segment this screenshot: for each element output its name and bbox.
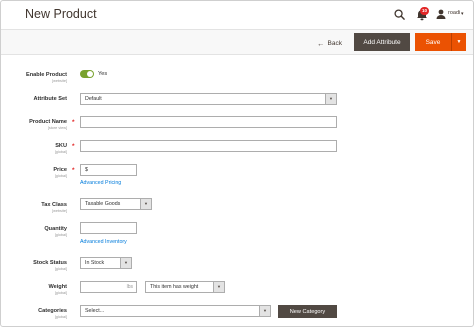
attribute-set-value: Default — [85, 96, 102, 102]
chevron-down-icon: ▼ — [120, 258, 131, 268]
price-input[interactable]: $ — [80, 164, 137, 176]
user-name[interactable]: roadi — [448, 10, 460, 16]
back-label: Back — [327, 39, 342, 47]
tax-class-scope: [website] — [52, 208, 67, 213]
attribute-set-label: Attribute Set — [33, 96, 67, 102]
stock-status-value: In Stock — [85, 260, 105, 266]
product-name-input[interactable] — [80, 116, 337, 128]
weight-input[interactable]: lbs — [80, 281, 137, 293]
search-icon[interactable] — [394, 9, 405, 20]
user-menu-chevron-icon[interactable]: ▾ — [461, 11, 464, 17]
new-category-button[interactable]: New Category — [278, 305, 337, 318]
sku-scope: [global] — [54, 149, 67, 154]
enable-product-scope: [website] — [52, 78, 67, 83]
price-label: Price [global] — [53, 167, 67, 178]
weight-unit: lbs — [126, 284, 133, 290]
chevron-down-icon: ▼ — [259, 306, 270, 316]
quantity-scope: [global] — [54, 232, 67, 237]
add-attribute-button[interactable]: Add Attribute — [354, 33, 410, 51]
weight-scope: [global] — [54, 290, 67, 295]
weight-label: Weight [global] — [48, 284, 67, 295]
tax-class-select[interactable]: Taxable Goods ▼ — [80, 198, 152, 210]
price-scope: [global] — [54, 173, 67, 178]
categories-placeholder: Select... — [85, 308, 105, 314]
app-window: New Product 10 roadi ▾ ← Back Add Attrib… — [0, 0, 474, 327]
back-button[interactable]: ← Back — [317, 37, 342, 49]
stock-status-label: Stock Status [global] — [33, 260, 67, 271]
quantity-label: Quantity [global] — [44, 226, 67, 237]
quantity-input[interactable] — [80, 222, 137, 234]
categories-label: Categories [global] — [38, 308, 67, 319]
product-name-label: Product Name [store view] — [29, 119, 67, 130]
enable-product-label: Enable Product [website] — [25, 72, 67, 83]
user-icon[interactable] — [436, 9, 446, 19]
categories-scope: [global] — [54, 314, 67, 319]
toggle-knob — [87, 71, 93, 77]
advanced-pricing-link[interactable]: Advanced Pricing — [80, 180, 121, 186]
advanced-inventory-link[interactable]: Advanced Inventory — [80, 239, 127, 245]
sku-label: SKU [global] — [54, 143, 67, 154]
sku-required-mark: * — [72, 143, 75, 150]
price-required-mark: * — [72, 167, 75, 174]
chevron-down-icon: ▼ — [325, 94, 336, 104]
tax-class-value: Taxable Goods — [85, 201, 121, 207]
has-weight-select[interactable]: This item has weight ▼ — [145, 281, 225, 293]
has-weight-value: This item has weight — [150, 284, 199, 290]
stock-status-scope: [global] — [54, 266, 67, 271]
sku-input[interactable] — [80, 140, 337, 152]
chevron-down-icon: ▼ — [213, 282, 224, 292]
page-title: New Product — [25, 7, 97, 21]
enable-product-value: Yes — [98, 71, 108, 77]
stock-status-select[interactable]: In Stock ▼ — [80, 257, 132, 269]
save-options-toggle[interactable]: ▼ — [451, 33, 466, 51]
product-name-scope: [store view] — [47, 125, 67, 130]
enable-product-toggle[interactable] — [80, 70, 94, 78]
attribute-set-select[interactable]: Default ▼ — [80, 93, 337, 105]
categories-select[interactable]: Select... ▼ — [80, 305, 271, 317]
currency-symbol: $ — [85, 167, 88, 173]
back-arrow-icon: ← — [317, 38, 325, 48]
notification-count-badge: 10 — [420, 7, 429, 15]
product-name-required-mark: * — [72, 119, 75, 126]
save-button[interactable]: Save — [415, 33, 451, 51]
tax-class-label: Tax Class [website] — [41, 202, 67, 213]
chevron-down-icon: ▼ — [140, 199, 151, 209]
